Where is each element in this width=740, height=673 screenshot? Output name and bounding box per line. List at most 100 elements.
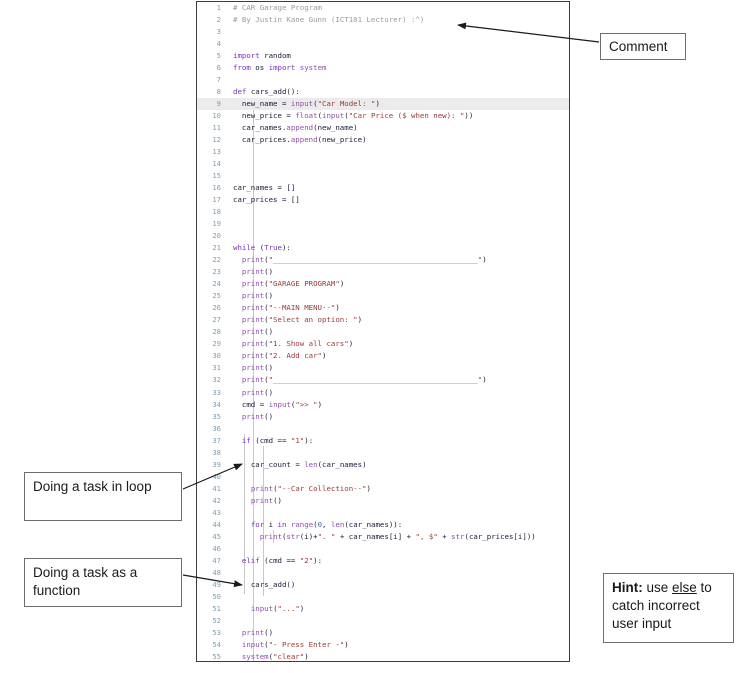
line-number-9: 9 [216, 99, 221, 109]
annotation-box-function: Doing a task as a function [24, 558, 182, 607]
code-text-44: for i in range(0, len(car_names)): [250, 519, 403, 529]
code-text-37: if (cmd == "1"): [241, 435, 314, 445]
code-text-39: car_count = len(car_names) [250, 459, 367, 469]
code-line-24[interactable]: 24 print("GARAGE PROGRAM") [197, 278, 569, 290]
line-number-54: 54 [212, 639, 221, 649]
code-text-22: print("_________________________________… [241, 255, 487, 265]
line-number-55: 55 [212, 651, 221, 661]
code-line-55[interactable]: 55 system("clear") [197, 651, 569, 661]
code-line-14[interactable]: 14 [197, 158, 569, 170]
code-line-34[interactable]: 34 cmd = input(">> ") [197, 399, 569, 411]
code-line-5[interactable]: 5 import random [197, 50, 569, 62]
code-line-25[interactable]: 25 print() [197, 290, 569, 302]
line-number-11: 11 [212, 123, 221, 133]
code-text-41: print("--Car Collection--") [250, 483, 371, 493]
code-line-23[interactable]: 23 print() [197, 266, 569, 278]
code-line-28[interactable]: 28 print() [197, 326, 569, 338]
code-line-48[interactable]: 48 [197, 567, 569, 579]
code-text-17: car_prices = [] [233, 195, 300, 205]
code-editor-panel[interactable]: 1 # CAR Garage Program 2 # By Justin Kane G… [196, 1, 570, 662]
line-number-37: 37 [212, 435, 221, 445]
code-line-13[interactable]: 13 [197, 146, 569, 158]
code-line-51[interactable]: 51 input("...") [197, 603, 569, 615]
line-number-33: 33 [212, 387, 221, 397]
code-text-24: print("GARAGE PROGRAM") [241, 279, 345, 289]
line-number-27: 27 [212, 315, 221, 325]
code-line-45[interactable]: 45 print(str(i)+". " + car_names[i] + ",… [197, 531, 569, 543]
code-line-1[interactable]: 1 # CAR Garage Program [197, 2, 569, 14]
code-line-46[interactable]: 46 [197, 543, 569, 555]
line-number-44: 44 [212, 519, 221, 529]
code-line-50[interactable]: 50 [197, 591, 569, 603]
code-line-38[interactable]: 38 [197, 447, 569, 459]
code-line-29[interactable]: 29 print("1. Show all cars") [197, 338, 569, 350]
line-number-35: 35 [212, 411, 221, 421]
line-number-25: 25 [212, 291, 221, 301]
line-number-1: 1 [216, 3, 221, 12]
annotation-comment-label: Comment [609, 38, 668, 54]
code-line-33[interactable]: 33 print() [197, 387, 569, 399]
code-line-6[interactable]: 6 from os import system [197, 62, 569, 74]
code-line-10[interactable]: 10 new_price = float(input("Car Price ($… [197, 110, 569, 122]
code-line-19[interactable]: 19 [197, 218, 569, 230]
code-line-43[interactable]: 43 [197, 507, 569, 519]
code-line-36[interactable]: 36 [197, 423, 569, 435]
code-line-12[interactable]: 12 car_prices.append(new_price) [197, 134, 569, 146]
line-number-52: 52 [212, 615, 221, 625]
code-line-37[interactable]: 37 if (cmd == "1"): [197, 435, 569, 447]
annotation-function-label: Doing a task as a function [33, 565, 138, 598]
line-number-41: 41 [212, 483, 221, 493]
code-line-26[interactable]: 26 print("--MAIN MENU--") [197, 302, 569, 314]
code-line-41[interactable]: 41 print("--Car Collection--") [197, 483, 569, 495]
code-line-54[interactable]: 54 input("- Press Enter -") [197, 639, 569, 651]
code-line-7[interactable]: 7 [197, 74, 569, 86]
code-line-40[interactable]: 40 [197, 471, 569, 483]
code-line-9[interactable]: 9 new_name = input("Car Model: ") [197, 98, 569, 111]
line-number-26: 26 [212, 303, 221, 313]
code-text-34: cmd = input(">> ") [241, 399, 323, 409]
code-line-31[interactable]: 31 print() [197, 362, 569, 374]
code-line-39[interactable]: 39 car_count = len(car_names) [197, 459, 569, 471]
code-line-47[interactable]: 47 elif (cmd == "2"): [197, 555, 569, 567]
code-line-4[interactable]: 4 [197, 38, 569, 50]
code-text-30: print("2. Add car") [241, 351, 327, 361]
hint-keyword: else [672, 580, 697, 595]
code-line-17[interactable]: 17 car_prices = [] [197, 194, 569, 206]
code-text-53: print() [241, 627, 274, 637]
line-number-21: 21 [212, 243, 221, 253]
code-line-8[interactable]: 8 def cars_add(): [197, 86, 569, 98]
code-line-3[interactable]: 3 [197, 26, 569, 38]
code-line-20[interactable]: 20 [197, 230, 569, 242]
code-text-55: system("clear") [241, 651, 309, 661]
code-line-32[interactable]: 32 print("______________________________… [197, 374, 569, 386]
code-line-30[interactable]: 30 print("2. Add car") [197, 350, 569, 362]
code-line-11[interactable]: 11 car_names.append(new_name) [197, 122, 569, 134]
code-line-18[interactable]: 18 [197, 206, 569, 218]
code-line-42[interactable]: 42 print() [197, 495, 569, 507]
line-number-2: 2 [216, 15, 221, 25]
line-number-4: 4 [216, 39, 221, 49]
code-text-33: print() [241, 387, 274, 397]
code-line-16[interactable]: 16 car_names = [] [197, 182, 569, 194]
line-number-50: 50 [212, 591, 221, 601]
code-text-21: while (True): [233, 243, 291, 253]
code-line-49[interactable]: 49 cars_add() [197, 579, 569, 591]
code-line-27[interactable]: 27 print("Select an option: ") [197, 314, 569, 326]
code-line-15[interactable]: 15 [197, 170, 569, 182]
code-line-53[interactable]: 53 print() [197, 627, 569, 639]
line-number-13: 13 [212, 147, 221, 157]
annotation-box-comment: Comment [600, 33, 686, 60]
code-text-29: print("1. Show all cars") [241, 339, 354, 349]
code-line-44[interactable]: 44 for i in range(0, len(car_names)): [197, 519, 569, 531]
line-number-12: 12 [212, 135, 221, 145]
code-line-22[interactable]: 22 print("______________________________… [197, 254, 569, 266]
code-area[interactable]: 1 # CAR Garage Program 2 # By Justin Kane G… [197, 2, 569, 661]
code-line-35[interactable]: 35 print() [197, 411, 569, 423]
line-number-53: 53 [212, 627, 221, 637]
code-line-21[interactable]: 21 while (True): [197, 242, 569, 254]
code-text-28: print() [241, 327, 274, 337]
code-line-2[interactable]: 2 # By Justin Kane Gunn (ICT101 Lecturer)… [197, 14, 569, 26]
line-number-22: 22 [212, 255, 221, 265]
code-line-52[interactable]: 52 [197, 615, 569, 627]
line-number-7: 7 [216, 75, 221, 85]
